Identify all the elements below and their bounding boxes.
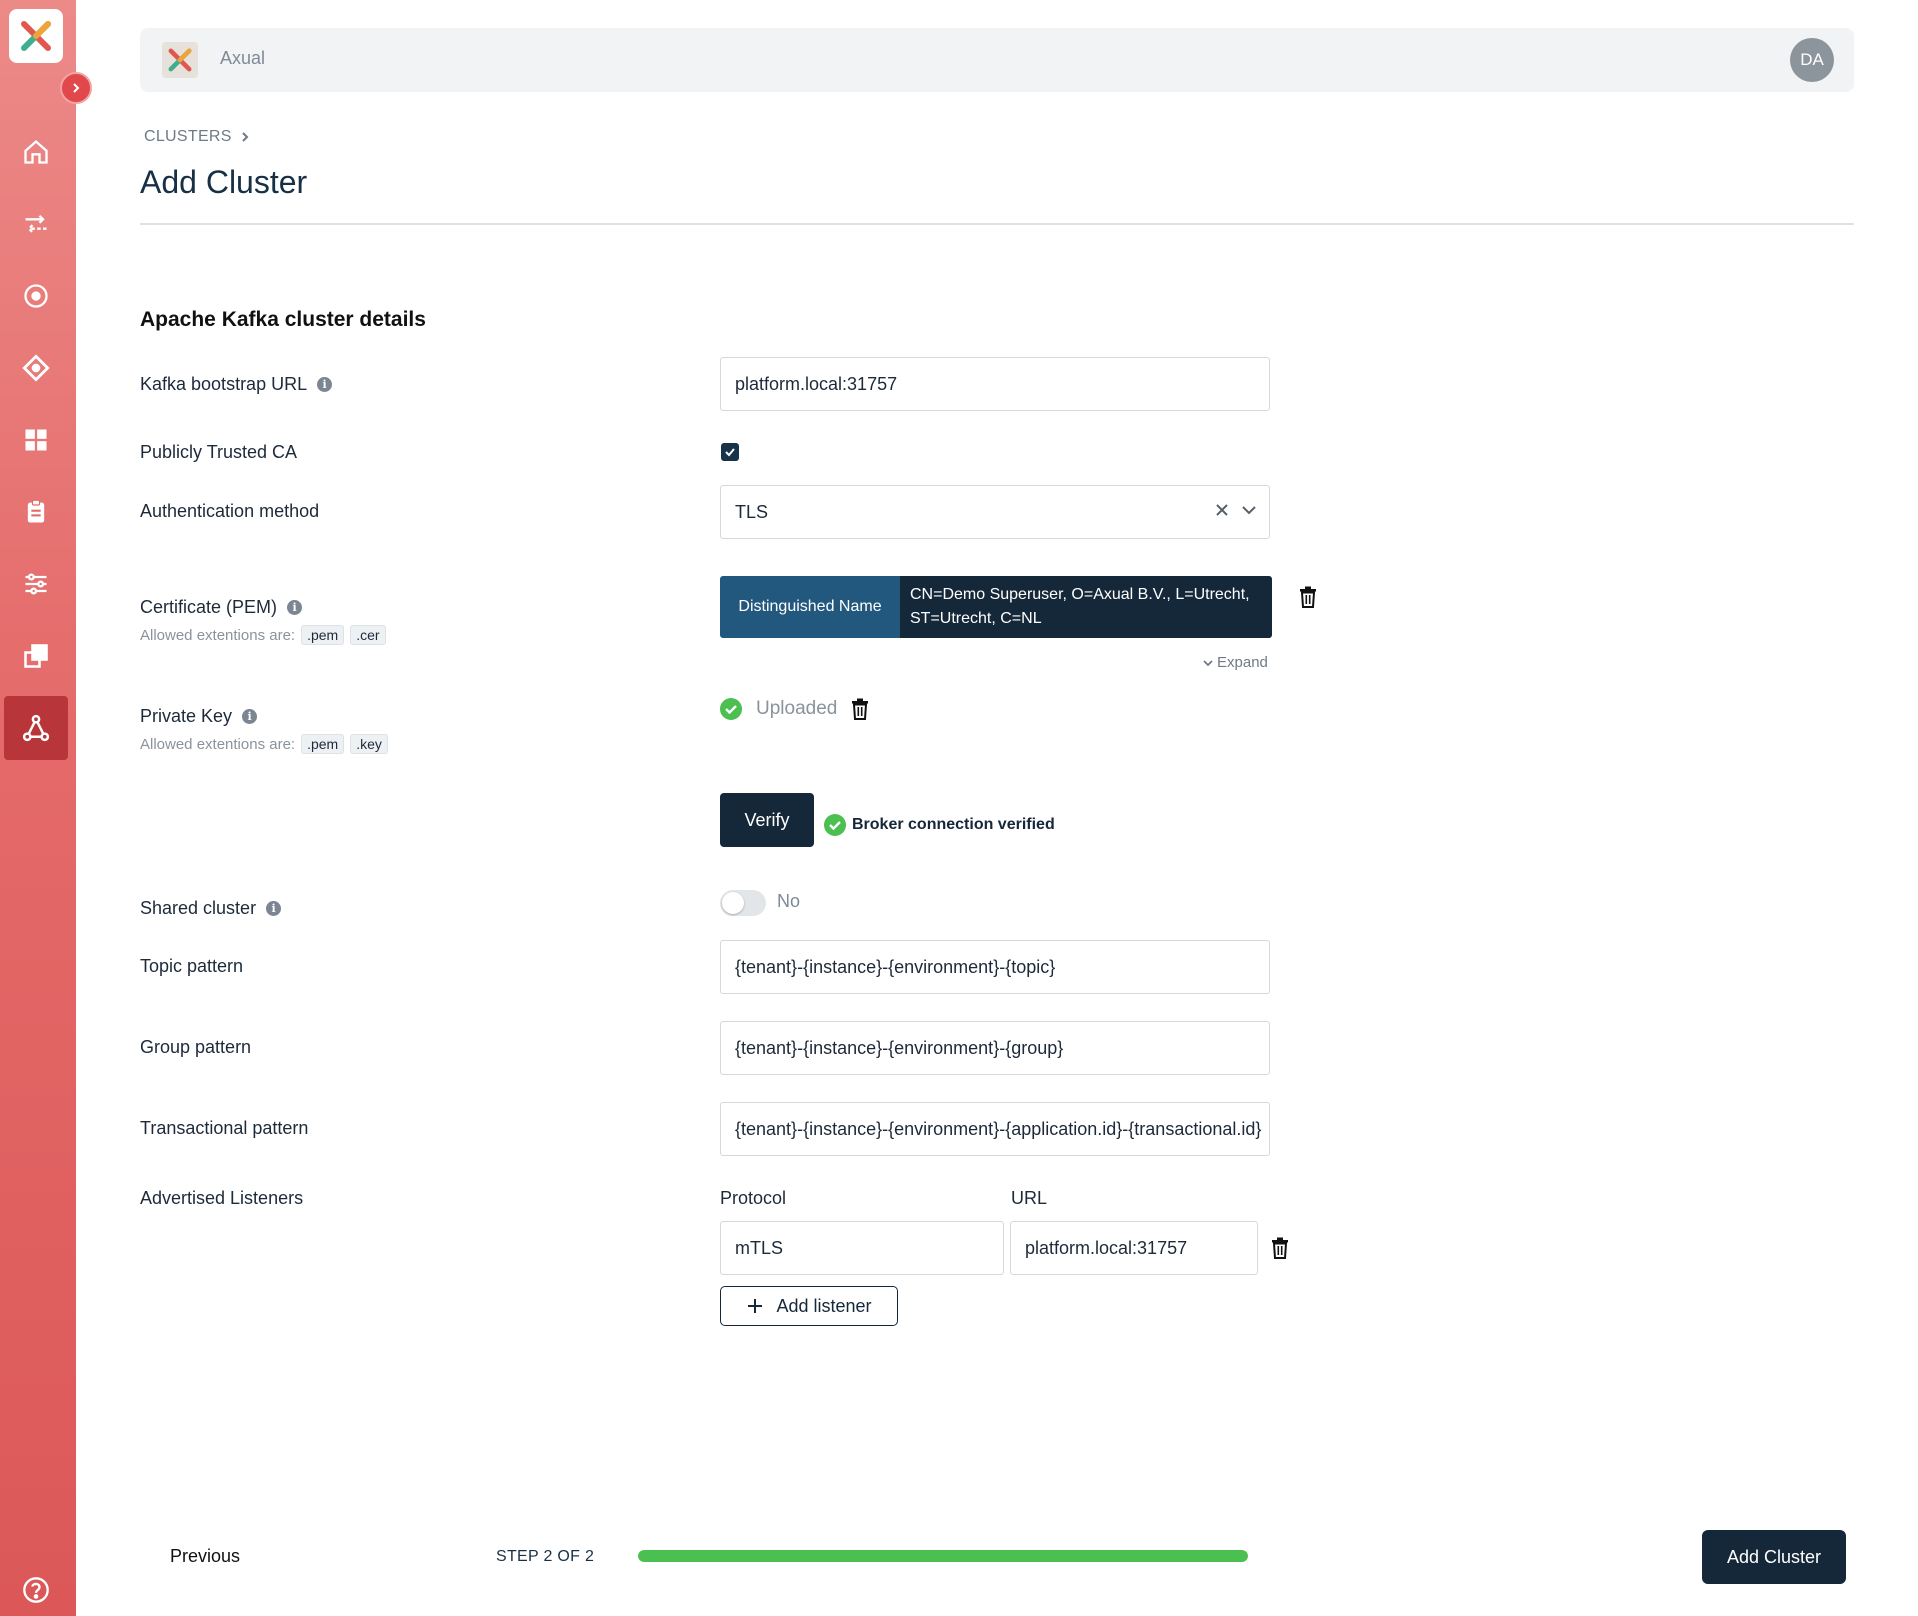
transactional-pattern-input[interactable]: {tenant}-{instance}-{environment}-{appli… — [720, 1102, 1270, 1156]
title-divider — [140, 223, 1854, 225]
help-icon[interactable] — [4, 1558, 68, 1616]
ext-badge: .key — [350, 734, 388, 754]
auth-method-select[interactable]: TLS — [720, 485, 1270, 539]
breadcrumb-clusters-link[interactable]: CLUSTERS — [144, 128, 232, 146]
axual-logo-small[interactable] — [162, 42, 198, 78]
allowed-ext-text: Allowed extentions are: — [140, 735, 296, 753]
copy-icon[interactable] — [4, 624, 68, 688]
expand-button[interactable]: Expand — [1203, 654, 1268, 671]
advertised-listeners-label: Advertised Listeners — [140, 1188, 304, 1208]
expand-label: Expand — [1217, 654, 1268, 671]
url-header: URL — [1011, 1188, 1048, 1208]
chevron-down-icon — [1203, 659, 1213, 666]
cluster-icon[interactable] — [4, 696, 68, 760]
uploaded-text: Uploaded — [756, 698, 838, 719]
dn-key: Distinguished Name — [720, 576, 900, 638]
trusted-ca-checkbox[interactable] — [721, 443, 739, 461]
info-icon[interactable]: i — [317, 377, 333, 392]
info-icon[interactable]: i — [242, 709, 258, 724]
clear-icon[interactable] — [1215, 503, 1229, 517]
private-key-label: Private Key i — [140, 706, 258, 727]
trusted-ca-label: Publicly Trusted CA — [140, 442, 298, 462]
delete-certificate-icon[interactable] — [1296, 585, 1320, 609]
private-key-label-text: Private Key — [140, 706, 233, 726]
delete-listener-icon[interactable] — [1268, 1236, 1292, 1260]
shared-cluster-value: No — [777, 891, 801, 911]
group-pattern-label: Group pattern — [140, 1037, 252, 1057]
ext-badge: .pem — [301, 734, 345, 754]
dn-value-line1: CN=Demo Superuser, O=Axual B.V., L=Utrec… — [910, 586, 1250, 603]
shared-cluster-label-text: Shared cluster — [140, 898, 257, 918]
progress-fill — [638, 1550, 1248, 1562]
expand-sidebar-button[interactable] — [60, 72, 92, 104]
bootstrap-url-label: Kafka bootstrap URL i — [140, 374, 333, 395]
check-circle-icon — [824, 814, 846, 836]
ext-badge: .cer — [350, 625, 386, 645]
certificate-label: Certificate (PEM) i — [140, 597, 303, 618]
section-title: Apache Kafka cluster details — [140, 308, 426, 331]
add-cluster-button[interactable]: Add Cluster — [1702, 1530, 1846, 1584]
progress-bar — [638, 1550, 1248, 1562]
protocol-header: Protocol — [720, 1188, 787, 1208]
certificate-dn-box: Distinguished Name CN=Demo Superuser, O=… — [720, 576, 1272, 638]
info-icon[interactable]: i — [287, 600, 303, 615]
clipboard-icon[interactable] — [4, 480, 68, 544]
bootstrap-url-label-text: Kafka bootstrap URL — [140, 374, 308, 394]
sidebar — [0, 0, 92, 1616]
diamond-icon[interactable] — [4, 336, 68, 400]
axual-logo[interactable] — [9, 9, 63, 63]
home-icon[interactable] — [4, 120, 68, 184]
dn-value: CN=Demo Superuser, O=Axual B.V., L=Utrec… — [900, 576, 1272, 638]
group-pattern-input[interactable]: {tenant}-{instance}-{environment}-{group… — [720, 1021, 1270, 1075]
bootstrap-url-input[interactable]: platform.local:31757 — [720, 357, 1270, 411]
chevron-right-icon — [242, 132, 249, 142]
shared-cluster-toggle[interactable] — [720, 890, 766, 916]
top-bar: Axual DA — [140, 28, 1854, 92]
delete-private-key-icon[interactable] — [851, 698, 869, 720]
dashboard-icon[interactable] — [4, 408, 68, 472]
auth-method-label: Authentication method — [140, 501, 320, 521]
target-icon[interactable] — [4, 264, 68, 328]
shared-cluster-label: Shared cluster i — [140, 898, 282, 919]
ext-badge: .pem — [301, 625, 345, 645]
chevron-down-icon[interactable] — [1241, 502, 1257, 518]
verify-button[interactable]: Verify — [720, 793, 814, 847]
check-circle-icon — [720, 698, 742, 720]
page-title: Add Cluster — [140, 164, 308, 200]
transactional-pattern-label: Transactional pattern — [140, 1118, 309, 1138]
user-avatar[interactable]: DA — [1790, 38, 1834, 82]
private-key-status: Uploaded — [720, 698, 869, 720]
allowed-ext-text: Allowed extentions are: — [140, 626, 296, 644]
certificate-allowed-extensions: Allowed extentions are: .pem .cer — [140, 625, 386, 645]
add-listener-label: Add listener — [776, 1295, 872, 1316]
verify-status-text: Broker connection verified — [852, 816, 1055, 833]
app-title: Axual — [220, 48, 266, 68]
private-key-allowed-extensions: Allowed extentions are: .pem .key — [140, 734, 388, 754]
add-listener-button[interactable]: Add listener — [720, 1286, 898, 1326]
topic-pattern-input[interactable]: {tenant}-{instance}-{environment}-{topic… — [720, 940, 1270, 994]
streams-icon[interactable] — [4, 192, 68, 256]
certificate-label-text: Certificate (PEM) — [140, 597, 278, 617]
dn-value-line2: ST=Utrecht, C=NL — [910, 610, 1042, 627]
topic-pattern-label: Topic pattern — [140, 956, 244, 976]
info-icon[interactable]: i — [266, 901, 282, 916]
listener-url-input[interactable]: platform.local:31757 — [1010, 1221, 1258, 1275]
verify-status: Broker connection verified — [824, 814, 1055, 836]
previous-button[interactable]: Previous — [170, 1546, 240, 1567]
step-indicator: STEP 2 OF 2 — [496, 1548, 595, 1565]
plus-icon — [748, 1299, 763, 1313]
listener-protocol-input[interactable]: mTLS — [720, 1221, 1004, 1275]
auth-method-value: TLS — [735, 501, 769, 522]
sliders-icon[interactable] — [4, 552, 68, 616]
breadcrumb: CLUSTERS — [144, 128, 250, 146]
